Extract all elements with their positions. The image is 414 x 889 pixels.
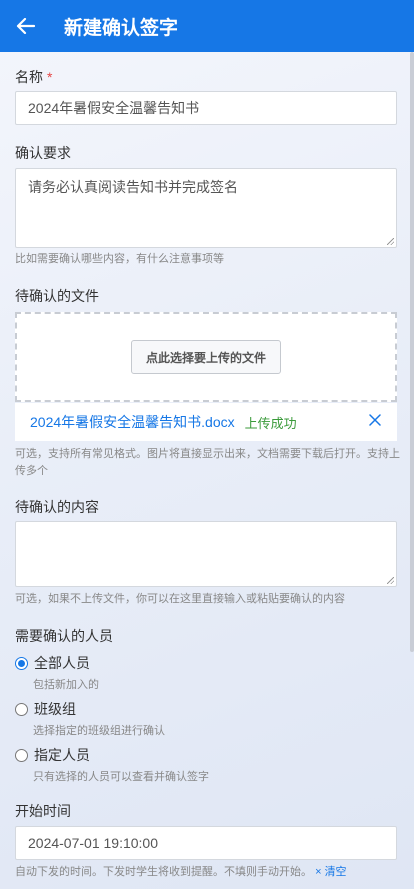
close-icon[interactable] [369, 414, 381, 426]
close-icon: × [315, 866, 322, 878]
content-textarea[interactable] [15, 521, 397, 587]
uploaded-file-name[interactable]: 2024年暑假安全温馨告知书.docx [30, 412, 235, 432]
arrow-left-icon [16, 18, 36, 34]
radio-option-desc: 包括新加入的 [33, 679, 99, 691]
start-time-hint: 自动下发的时间。下发时学生将收到提醒。不填则手动开始。 × 清空 [15, 864, 400, 881]
app-header: 新建确认签字 [0, 0, 414, 52]
radio-unchecked-icon[interactable] [15, 702, 28, 716]
clear-label: 清空 [324, 866, 347, 878]
start-time-input[interactable]: 2024-07-01 19:10:00 [15, 826, 397, 860]
requirement-textarea[interactable]: 请务必认真阅读告知书并完成签名 [15, 168, 397, 248]
name-input-value: 2024年暑假安全温馨告知书 [28, 100, 200, 116]
page-title: 新建确认签字 [64, 17, 179, 39]
resize-grip-icon[interactable] [387, 238, 394, 245]
radio-option-label: 班级组 [34, 701, 76, 717]
start-time-label: 开始时间 [15, 803, 71, 819]
files-label: 待确认的文件 [15, 288, 99, 304]
radio-option-label: 全部人员 [34, 655, 90, 671]
name-label-text: 名称 [15, 69, 43, 85]
upload-button[interactable]: 点此选择要上传的文件 [131, 340, 281, 374]
radio-option-specific[interactable]: 指定人员 [15, 745, 90, 765]
file-dropzone[interactable]: 点此选择要上传的文件 [15, 312, 397, 402]
requirement-label: 确认要求 [15, 145, 71, 161]
scrollbar[interactable] [410, 52, 414, 652]
clear-start-time-link[interactable]: × 清空 [315, 866, 347, 878]
back-button[interactable] [0, 0, 52, 52]
radio-option-label: 指定人员 [34, 747, 90, 763]
people-label: 需要确认的人员 [15, 628, 113, 644]
resize-grip-icon[interactable] [387, 577, 394, 584]
required-mark: * [47, 69, 53, 85]
requirement-textarea-value: 请务必认真阅读告知书并完成签名 [28, 179, 238, 195]
start-time-value: 2024-07-01 19:10:00 [28, 835, 158, 851]
radio-option-desc: 只有选择的人员可以查看并确认签字 [33, 771, 209, 783]
files-hint: 可选，支持所有常见格式。图片将直接显示出来，文档需要下载后打开。支持上传多个 [15, 448, 400, 477]
radio-option-class-group[interactable]: 班级组 [15, 699, 76, 719]
radio-unchecked-icon[interactable] [15, 748, 28, 762]
content-label: 待确认的内容 [15, 499, 99, 515]
start-time-hint-text: 自动下发的时间。下发时学生将收到提醒。不填则手动开始。 [15, 866, 312, 878]
upload-status: 上传成功 [244, 415, 297, 431]
radio-option-all[interactable]: 全部人员 [15, 653, 90, 673]
requirement-hint: 比如需要确认哪些内容，有什么注意事项等 [15, 253, 224, 265]
radio-option-desc: 选择指定的班级组进行确认 [33, 725, 165, 737]
uploaded-file-item: 2024年暑假安全温馨告知书.docx 上传成功 [15, 403, 397, 441]
radio-checked-icon[interactable] [15, 656, 28, 670]
content-hint: 可选，如果不上传文件，你可以在这里直接输入或粘贴要确认的内容 [15, 593, 345, 605]
name-input[interactable]: 2024年暑假安全温馨告知书 [15, 91, 397, 125]
name-label: 名称 * [15, 67, 52, 87]
